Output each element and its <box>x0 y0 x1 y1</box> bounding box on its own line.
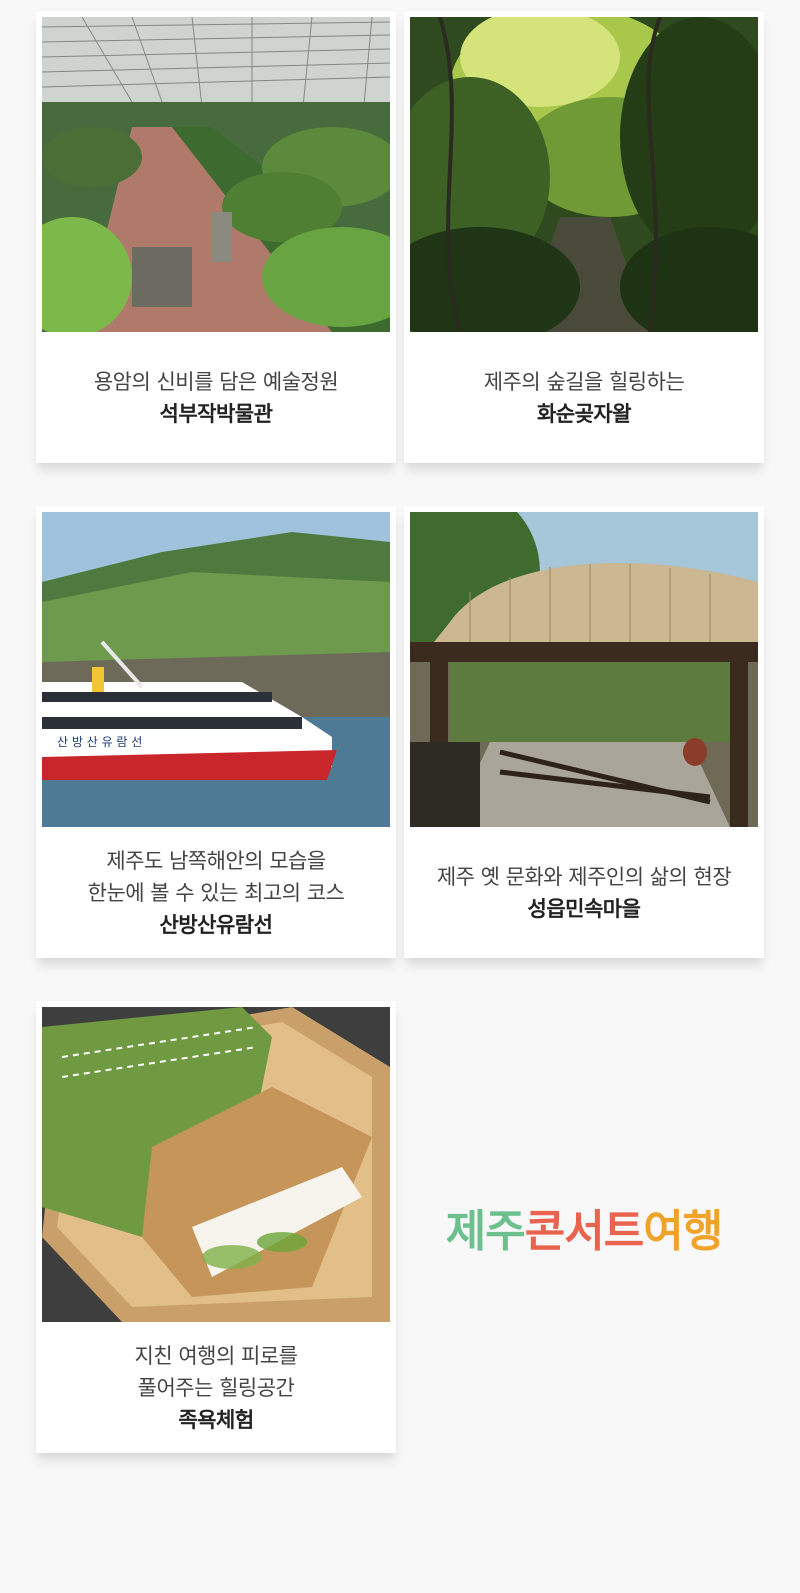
tour-card-stone-museum[interactable]: 용암의 신비를 담은 예술정원 석부작박물관 <box>36 11 396 463</box>
card-caption: 제주 옛 문화와 제주인의 삶의 현장 성읍민속마을 <box>404 827 764 958</box>
brand-part-jeju: 제주 <box>445 1206 526 1257</box>
card-subtitle-line-1: 제주도 남쪽해안의 모습을 <box>106 848 326 873</box>
boat-sign-text: 산 방 산 유 람 선 <box>57 735 142 749</box>
footbath-kit-photo <box>42 1007 390 1322</box>
tour-card-seongeup-folk-village[interactable]: 제주 옛 문화와 제주인의 삶의 현장 성읍민속마을 <box>404 506 764 958</box>
ferry-photo: 산 방 산 유 람 선 <box>42 512 390 827</box>
card-caption: 제주도 남쪽해안의 모습을 한눈에 볼 수 있는 최고의 코스 산방산유람선 <box>36 827 396 958</box>
card-caption: 제주의 숲길을 힐링하는 화순곶자왈 <box>404 332 764 463</box>
card-subtitle-line-1: 지친 여행의 피로를 <box>134 1343 298 1368</box>
card-subtitle: 용암의 신비를 담은 예술정원 <box>93 369 339 394</box>
card-subtitle-line-2: 한눈에 볼 수 있는 최고의 코스 <box>87 880 345 905</box>
tour-card-sanbangsan-cruise[interactable]: 산 방 산 유 람 선 제주도 남쪽해안의 모습을 한눈에 볼 수 있는 최고의… <box>36 506 396 958</box>
card-title: 화순곶자왈 <box>536 401 632 426</box>
tour-card-hwasun-gotjawal[interactable]: 제주의 숲길을 힐링하는 화순곶자왈 <box>404 11 764 463</box>
greenhouse-photo <box>42 17 390 332</box>
card-title: 산방산유람선 <box>159 912 273 937</box>
thatched-gate-photo <box>410 512 758 827</box>
card-title: 성읍민속마을 <box>527 896 641 921</box>
card-subtitle: 제주의 숲길을 힐링하는 <box>483 369 685 394</box>
brand-logo-text: 제주콘서트여행 <box>404 1200 764 1264</box>
forest-photo <box>410 17 758 332</box>
brand-part-concert: 콘서트 <box>524 1206 644 1257</box>
brand-part-travel: 여행 <box>643 1206 723 1257</box>
card-title: 족욕체험 <box>178 1407 254 1432</box>
card-subtitle: 제주 옛 문화와 제주인의 삶의 현장 <box>436 864 732 889</box>
tour-card-foot-bath[interactable]: 지친 여행의 피로를 풀어주는 힐링공간 족욕체험 <box>36 1001 396 1453</box>
card-caption: 지친 여행의 피로를 풀어주는 힐링공간 족욕체험 <box>36 1322 396 1453</box>
card-caption: 용암의 신비를 담은 예술정원 석부작박물관 <box>36 332 396 463</box>
card-title: 석부작박물관 <box>159 401 273 426</box>
card-subtitle-line-2: 풀어주는 힐링공간 <box>137 1375 295 1400</box>
